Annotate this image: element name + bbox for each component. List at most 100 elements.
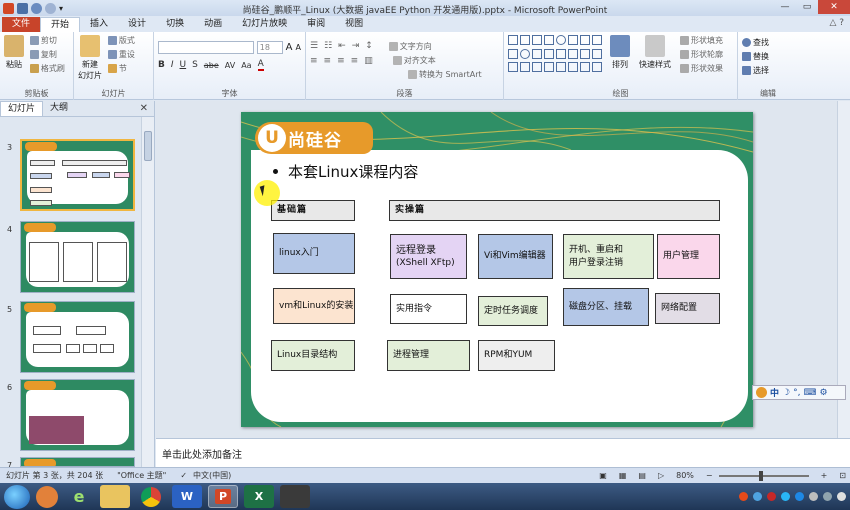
ime-settings-icon[interactable]: ⚙ — [819, 388, 827, 398]
taskbar-word-icon[interactable]: W — [172, 485, 202, 508]
tab-outline-panel[interactable]: 大纲 — [43, 101, 75, 116]
language-status[interactable]: 中文(中国) — [193, 470, 231, 481]
fit-window-icon[interactable]: ⊡ — [839, 471, 846, 480]
slide-thumbnail-row[interactable]: 3 — [0, 139, 140, 214]
tab-design[interactable]: 设计 — [118, 17, 156, 32]
quick-styles-button[interactable]: 快速样式 — [639, 35, 671, 74]
taskbar-media-icon[interactable] — [36, 485, 58, 508]
taskbar-explorer-icon[interactable] — [100, 485, 130, 508]
numbering-icon[interactable]: ☷ — [324, 41, 332, 52]
tab-slides-panel[interactable]: 幻灯片 — [0, 101, 44, 116]
minimize-button[interactable]: — — [774, 0, 796, 14]
normal-view-icon[interactable]: ▣ — [599, 471, 607, 480]
tray-network-icon[interactable] — [753, 492, 762, 501]
vi-vim-box[interactable]: Vi和Vim编辑器 — [478, 234, 553, 279]
ime-moon-icon[interactable]: ☽ — [782, 388, 790, 398]
format-painter-button[interactable]: 格式刷 — [29, 63, 65, 74]
taskbar-excel-icon[interactable]: X — [244, 485, 274, 508]
thumbnail-scrollbar[interactable] — [141, 117, 154, 467]
remote-login-box[interactable]: 远程登录 (XShell XFtp) — [390, 234, 467, 279]
font-size-combobox[interactable]: 18 — [256, 41, 283, 54]
basic-section-header[interactable]: 基础篇 — [271, 200, 355, 221]
tab-home[interactable]: 开始 — [40, 17, 81, 32]
ime-toolbar[interactable]: 中 ☽ °, ⌨ ⚙ — [752, 385, 846, 400]
tab-insert[interactable]: 插入 — [80, 17, 118, 32]
tab-view[interactable]: 视图 — [335, 17, 373, 32]
close-button[interactable]: ✕ — [818, 0, 850, 14]
taskbar-ie-icon[interactable]: e — [64, 485, 94, 508]
slide-thumbnail[interactable] — [20, 301, 135, 373]
cron-box[interactable]: 定时任务调度 — [478, 296, 548, 326]
copy-button[interactable]: 复制 — [29, 49, 65, 60]
zoom-slider[interactable] — [718, 470, 809, 481]
slide-heading[interactable]: 本套Linux课程内容 — [273, 161, 418, 182]
current-slide[interactable]: U 尚硅谷 本套Linux课程内容 基础篇 实操篇 linux入门 远程登录 (… — [241, 112, 753, 427]
grow-font-button[interactable]: A — [286, 42, 293, 53]
slide-thumbnail[interactable] — [20, 221, 135, 293]
section-button[interactable]: 节 — [107, 63, 135, 74]
align-right-icon[interactable]: ≡ — [337, 56, 345, 66]
paste-button[interactable]: 粘贴 — [4, 35, 24, 70]
slide-thumbnail-row[interactable]: 5 — [0, 301, 140, 376]
italic-button[interactable]: I — [171, 60, 174, 70]
tray-flag-icon[interactable] — [809, 492, 818, 501]
layout-button[interactable]: 版式 — [107, 35, 135, 46]
underline-button[interactable]: U — [180, 60, 187, 70]
slide-thumbnail-row[interactable]: 6 — [0, 379, 140, 454]
tab-review[interactable]: 审阅 — [297, 17, 335, 32]
font-name-combobox[interactable] — [158, 41, 254, 54]
linux-intro-box[interactable]: linux入门 — [273, 233, 355, 274]
practical-section-header[interactable]: 实操篇 — [389, 200, 720, 221]
tray-monitor-icon[interactable] — [823, 492, 832, 501]
justify-icon[interactable]: ≡ — [351, 56, 359, 66]
network-config-box[interactable]: 网络配置 — [655, 293, 720, 324]
zoom-in-button[interactable]: + — [821, 471, 828, 480]
align-center-icon[interactable]: ≡ — [324, 56, 332, 66]
disk-mount-box[interactable]: 磁盘分区、挂载 — [563, 288, 649, 326]
slide-thumbnail[interactable] — [20, 139, 135, 211]
select-button[interactable]: 选择 — [742, 65, 769, 76]
bold-button[interactable]: B — [158, 60, 165, 70]
arrange-button[interactable]: 排列 — [610, 35, 630, 74]
font-color-button[interactable]: A — [257, 59, 264, 71]
decrease-indent-icon[interactable]: ⇤ — [338, 41, 346, 52]
line-spacing-icon[interactable]: ↕ — [365, 41, 373, 52]
reset-button[interactable]: 重设 — [107, 49, 135, 60]
panel-close-icon[interactable]: ✕ — [140, 103, 148, 114]
smartart-button[interactable]: 转换为 SmartArt — [408, 69, 499, 80]
maximize-button[interactable]: ▭ — [796, 0, 818, 14]
tab-slideshow[interactable]: 幻灯片放映 — [232, 17, 297, 32]
text-direction-button[interactable]: 文字方向 — [388, 41, 432, 52]
zoom-level[interactable]: 80% — [676, 471, 694, 480]
directory-structure-box[interactable]: Linux目录结构 — [271, 340, 355, 371]
tray-sogou-icon[interactable] — [739, 492, 748, 501]
slide-thumbnail-row[interactable]: 4 — [0, 221, 140, 296]
taskbar-chrome-icon[interactable] — [136, 485, 166, 508]
taskbar-video-icon[interactable] — [280, 485, 310, 508]
slide-thumbnail[interactable] — [20, 457, 135, 467]
shape-outline-button[interactable]: 形状轮廓 — [680, 49, 723, 60]
shape-effects-button[interactable]: 形状效果 — [680, 63, 723, 74]
process-management-box[interactable]: 进程管理 — [387, 340, 470, 371]
tray-bluetooth-icon[interactable] — [795, 492, 804, 501]
practical-commands-box[interactable]: 实用指令 — [390, 294, 467, 324]
shapes-gallery[interactable] — [508, 35, 602, 74]
align-left-icon[interactable]: ≡ — [310, 56, 318, 66]
slideshow-view-icon[interactable]: ▷ — [658, 471, 664, 480]
ime-punctuation-icon[interactable]: °, — [793, 388, 800, 398]
char-spacing-button[interactable]: AV — [225, 61, 235, 70]
rpm-yum-box[interactable]: RPM和YUM — [478, 340, 555, 371]
tab-transitions[interactable]: 切换 — [156, 17, 194, 32]
change-case-button[interactable]: Aa — [241, 61, 251, 70]
help-icon[interactable]: △ ? — [829, 18, 844, 28]
spellcheck-icon[interactable]: ✓ — [180, 471, 187, 480]
tab-file[interactable]: 文件 — [2, 17, 41, 32]
find-button[interactable]: 查找 — [742, 37, 769, 48]
vm-install-box[interactable]: vm和Linux的安装 — [273, 288, 355, 324]
strikethrough-button[interactable]: abe — [204, 61, 219, 70]
boot-login-box[interactable]: 开机、重启和 用户登录注销 — [563, 234, 654, 279]
ime-keyboard-icon[interactable]: ⌨ — [803, 388, 816, 398]
columns-icon[interactable]: ▥ — [364, 56, 373, 66]
start-button[interactable] — [4, 484, 30, 509]
user-management-box[interactable]: 用户管理 — [657, 234, 720, 279]
